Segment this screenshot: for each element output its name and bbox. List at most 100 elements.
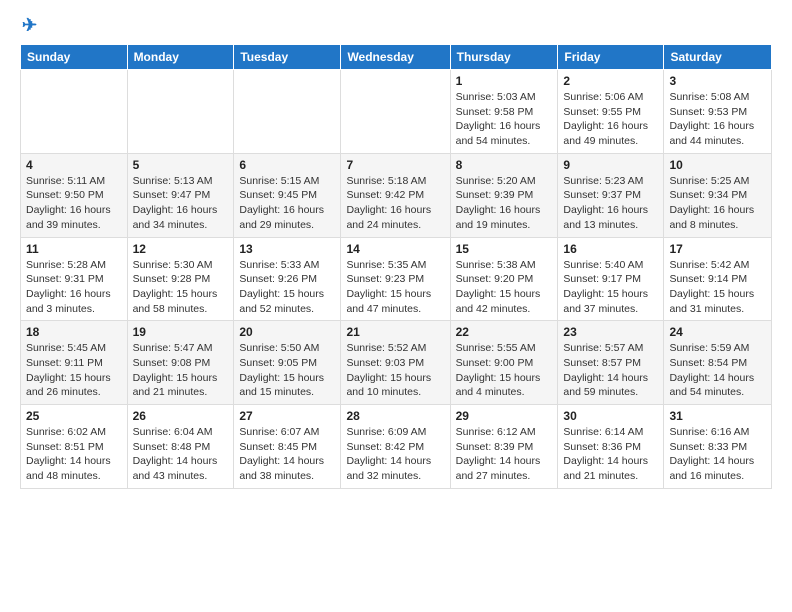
day-number: 30 xyxy=(563,409,658,423)
day-info: Sunrise: 5:08 AM Sunset: 9:53 PM Dayligh… xyxy=(669,90,766,149)
calendar-cell: 9Sunrise: 5:23 AM Sunset: 9:37 PM Daylig… xyxy=(558,153,664,237)
calendar-cell: 5Sunrise: 5:13 AM Sunset: 9:47 PM Daylig… xyxy=(127,153,234,237)
day-number: 23 xyxy=(563,325,658,339)
calendar-cell: 23 Sunrise: 5:57 AM Sunset: 8:57 PM Dayli… xyxy=(558,321,664,405)
week-row-4: 18 Sunrise: 5:45 AM Sunset: 9:11 PM Dayli… xyxy=(21,321,772,405)
weekday-header-thursday: Thursday xyxy=(450,45,558,70)
day-number: 26 xyxy=(133,409,229,423)
day-info: Sunrise: 5:47 AM Sunset: 9:08 PM Dayligh… xyxy=(133,341,229,400)
day-info: Sunrise: 6:16 AM Sunset: 8:33 PM Dayligh… xyxy=(669,425,766,484)
logo-bird-icon: ✈ xyxy=(22,16,37,34)
day-info: Sunrise: 5:35 AM Sunset: 9:23 PM Dayligh… xyxy=(346,258,444,317)
day-info: Sunrise: 5:38 AM Sunset: 9:20 PM Dayligh… xyxy=(456,258,553,317)
weekday-header-tuesday: Tuesday xyxy=(234,45,341,70)
calendar-cell: 7 Sunrise: 5:18 AM Sunset: 9:42 PM Daylig… xyxy=(341,153,450,237)
day-info: Sunrise: 5:57 AM Sunset: 8:57 PM Dayligh… xyxy=(563,341,658,400)
day-number: 17 xyxy=(669,242,766,256)
calendar-cell xyxy=(234,70,341,154)
weekday-header-row: SundayMondayTuesdayWednesdayThursdayFrid… xyxy=(21,45,772,70)
calendar-cell: 18 Sunrise: 5:45 AM Sunset: 9:11 PM Dayli… xyxy=(21,321,128,405)
calendar-cell: 14 Sunrise: 5:35 AM Sunset: 9:23 PM Dayli… xyxy=(341,237,450,321)
calendar-cell: 25 Sunrise: 6:02 AM Sunset: 8:51 PM Dayli… xyxy=(21,405,128,489)
calendar-cell: 24 Sunrise: 5:59 AM Sunset: 8:54 PM Dayli… xyxy=(664,321,772,405)
calendar-cell: 13 Sunrise: 5:33 AM Sunset: 9:26 PM Dayli… xyxy=(234,237,341,321)
day-info: Sunrise: 5:11 AM Sunset: 9:50 PM Dayligh… xyxy=(26,174,122,233)
weekday-header-sunday: Sunday xyxy=(21,45,128,70)
day-number: 14 xyxy=(346,242,444,256)
calendar-cell: 19 Sunrise: 5:47 AM Sunset: 9:08 PM Dayli… xyxy=(127,321,234,405)
calendar-cell: 30 Sunrise: 6:14 AM Sunset: 8:36 PM Dayli… xyxy=(558,405,664,489)
day-info: Sunrise: 5:06 AM Sunset: 9:55 PM Dayligh… xyxy=(563,90,658,149)
day-number: 31 xyxy=(669,409,766,423)
calendar-cell: 22 Sunrise: 5:55 AM Sunset: 9:00 PM Dayli… xyxy=(450,321,558,405)
calendar-cell: 27Sunrise: 6:07 AM Sunset: 8:45 PM Dayli… xyxy=(234,405,341,489)
day-info: Sunrise: 5:50 AM Sunset: 9:05 PM Dayligh… xyxy=(239,341,335,400)
day-number: 29 xyxy=(456,409,553,423)
day-number: 12 xyxy=(133,242,229,256)
day-info: Sunrise: 6:09 AM Sunset: 8:42 PM Dayligh… xyxy=(346,425,444,484)
day-number: 9 xyxy=(563,158,658,172)
day-number: 10 xyxy=(669,158,766,172)
calendar-cell: 4Sunrise: 5:11 AM Sunset: 9:50 PM Daylig… xyxy=(21,153,128,237)
calendar-cell: 11 Sunrise: 5:28 AM Sunset: 9:31 PM Dayli… xyxy=(21,237,128,321)
calendar-cell: 21 Sunrise: 5:52 AM Sunset: 9:03 PM Dayli… xyxy=(341,321,450,405)
day-info: Sunrise: 5:25 AM Sunset: 9:34 PM Dayligh… xyxy=(669,174,766,233)
calendar-cell: 20 Sunrise: 5:50 AM Sunset: 9:05 PM Dayli… xyxy=(234,321,341,405)
day-info: Sunrise: 6:12 AM Sunset: 8:39 PM Dayligh… xyxy=(456,425,553,484)
weekday-header-wednesday: Wednesday xyxy=(341,45,450,70)
day-info: Sunrise: 5:52 AM Sunset: 9:03 PM Dayligh… xyxy=(346,341,444,400)
day-number: 5 xyxy=(133,158,229,172)
calendar-cell: 3 Sunrise: 5:08 AM Sunset: 9:53 PM Daylig… xyxy=(664,70,772,154)
day-number: 1 xyxy=(456,74,553,88)
calendar-cell: 2 Sunrise: 5:06 AM Sunset: 9:55 PM Daylig… xyxy=(558,70,664,154)
calendar-cell xyxy=(127,70,234,154)
logo-text: ✈ xyxy=(20,16,37,34)
calendar-cell xyxy=(21,70,128,154)
day-info: Sunrise: 5:28 AM Sunset: 9:31 PM Dayligh… xyxy=(26,258,122,317)
day-info: Sunrise: 5:40 AM Sunset: 9:17 PM Dayligh… xyxy=(563,258,658,317)
day-info: Sunrise: 6:04 AM Sunset: 8:48 PM Dayligh… xyxy=(133,425,229,484)
day-number: 8 xyxy=(456,158,553,172)
header: ✈ xyxy=(20,16,772,34)
day-number: 22 xyxy=(456,325,553,339)
day-number: 13 xyxy=(239,242,335,256)
day-number: 28 xyxy=(346,409,444,423)
day-info: Sunrise: 5:18 AM Sunset: 9:42 PM Dayligh… xyxy=(346,174,444,233)
day-number: 27 xyxy=(239,409,335,423)
day-number: 19 xyxy=(133,325,229,339)
day-info: Sunrise: 5:42 AM Sunset: 9:14 PM Dayligh… xyxy=(669,258,766,317)
week-row-5: 25 Sunrise: 6:02 AM Sunset: 8:51 PM Dayli… xyxy=(21,405,772,489)
day-info: Sunrise: 6:14 AM Sunset: 8:36 PM Dayligh… xyxy=(563,425,658,484)
logo: ✈ xyxy=(20,16,37,34)
day-number: 25 xyxy=(26,409,122,423)
day-number: 18 xyxy=(26,325,122,339)
day-info: Sunrise: 5:55 AM Sunset: 9:00 PM Dayligh… xyxy=(456,341,553,400)
day-info: Sunrise: 5:30 AM Sunset: 9:28 PM Dayligh… xyxy=(133,258,229,317)
calendar-cell: 29 Sunrise: 6:12 AM Sunset: 8:39 PM Dayli… xyxy=(450,405,558,489)
day-info: Sunrise: 5:59 AM Sunset: 8:54 PM Dayligh… xyxy=(669,341,766,400)
page: ✈ SundayMondayTuesdayWednesdayThursdayFr… xyxy=(0,0,792,505)
weekday-header-friday: Friday xyxy=(558,45,664,70)
day-number: 24 xyxy=(669,325,766,339)
day-info: Sunrise: 6:02 AM Sunset: 8:51 PM Dayligh… xyxy=(26,425,122,484)
day-info: Sunrise: 5:45 AM Sunset: 9:11 PM Dayligh… xyxy=(26,341,122,400)
day-number: 3 xyxy=(669,74,766,88)
day-number: 11 xyxy=(26,242,122,256)
day-info: Sunrise: 5:15 AM Sunset: 9:45 PM Dayligh… xyxy=(239,174,335,233)
day-info: Sunrise: 5:33 AM Sunset: 9:26 PM Dayligh… xyxy=(239,258,335,317)
calendar-cell: 6 Sunrise: 5:15 AM Sunset: 9:45 PM Daylig… xyxy=(234,153,341,237)
day-number: 20 xyxy=(239,325,335,339)
week-row-3: 11 Sunrise: 5:28 AM Sunset: 9:31 PM Dayli… xyxy=(21,237,772,321)
day-number: 15 xyxy=(456,242,553,256)
day-number: 7 xyxy=(346,158,444,172)
calendar: SundayMondayTuesdayWednesdayThursdayFrid… xyxy=(20,44,772,489)
day-number: 21 xyxy=(346,325,444,339)
calendar-cell: 12 Sunrise: 5:30 AM Sunset: 9:28 PM Dayli… xyxy=(127,237,234,321)
day-number: 2 xyxy=(563,74,658,88)
day-info: Sunrise: 5:03 AM Sunset: 9:58 PM Dayligh… xyxy=(456,90,553,149)
calendar-cell: 17 Sunrise: 5:42 AM Sunset: 9:14 PM Dayli… xyxy=(664,237,772,321)
day-number: 6 xyxy=(239,158,335,172)
calendar-cell: 31 Sunrise: 6:16 AM Sunset: 8:33 PM Dayli… xyxy=(664,405,772,489)
day-info: Sunrise: 5:20 AM Sunset: 9:39 PM Dayligh… xyxy=(456,174,553,233)
weekday-header-monday: Monday xyxy=(127,45,234,70)
